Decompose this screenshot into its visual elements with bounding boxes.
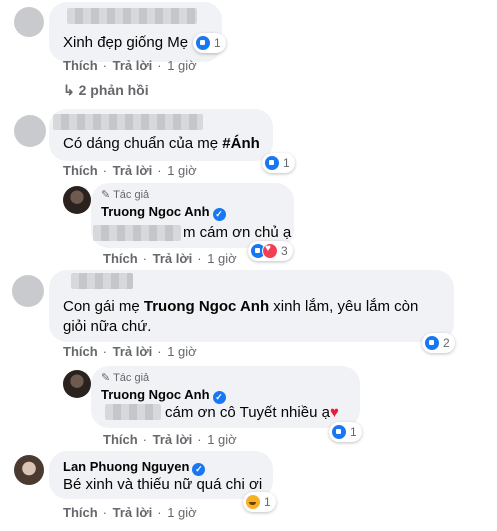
reply-button[interactable]: Trả lời bbox=[153, 432, 193, 447]
comment-actions: Thích · Trả lời · 1 giờ bbox=[63, 163, 197, 178]
avatar[interactable] bbox=[14, 455, 44, 485]
reaction-count[interactable]: 1 bbox=[243, 492, 276, 512]
like-button[interactable]: Thích bbox=[103, 251, 138, 266]
redacted-name bbox=[53, 114, 203, 130]
timestamp[interactable]: 1 giờ bbox=[167, 58, 197, 73]
author-name[interactable]: Truong Ngoc Anh ✓ bbox=[101, 387, 226, 404]
comment-actions: Thích · Trả lời · 1 giờ bbox=[63, 505, 197, 520]
heart-emoji-icon: ♥ bbox=[329, 404, 339, 421]
comment-text: Xinh đẹp giống Mẹ bbox=[63, 34, 189, 51]
reply-bubble: ✎ Tác giả Truong Ngoc Anh ✓ cám ơn cô Tuy… bbox=[91, 366, 360, 428]
like-button[interactable]: Thích bbox=[63, 163, 98, 178]
like-button[interactable]: Thích bbox=[63, 58, 98, 73]
reply-button[interactable]: Trả lời bbox=[153, 251, 193, 266]
reply-button[interactable]: Trả lời bbox=[113, 505, 153, 520]
reply-bubble: ✎ Tác giả Truong Ngoc Anh ✓ m cám ơn chủ … bbox=[91, 183, 294, 248]
avatar[interactable] bbox=[14, 7, 44, 37]
reply-text: cám ơn cô Tuyết nhiều ạ♥ bbox=[165, 404, 339, 421]
author-name[interactable]: Lan Phuong Nguyen ✓ bbox=[63, 459, 206, 476]
pen-icon: ✎ bbox=[101, 372, 111, 384]
pen-icon: ✎ bbox=[101, 189, 111, 201]
love-icon bbox=[262, 243, 278, 259]
like-icon bbox=[424, 335, 440, 351]
comment-text: Bé xinh và thiếu nữ quá chi ơi bbox=[63, 476, 263, 493]
comment-actions: Thích · Trả lời · 1 giờ bbox=[63, 58, 197, 73]
comment-text-line2: giỏi nữa chứ. bbox=[63, 318, 152, 335]
comment-text: Có dáng chuẩn của mẹ #Ánh bbox=[63, 135, 260, 152]
timestamp[interactable]: 1 giờ bbox=[167, 163, 197, 178]
comment-bubble: Có dáng chuẩn của mẹ #Ánh bbox=[49, 109, 273, 161]
reply-actions: Thích · Trả lời · 1 giờ bbox=[103, 432, 237, 447]
avatar[interactable] bbox=[12, 275, 44, 307]
like-icon bbox=[195, 35, 211, 51]
comment-bubble: Con gái mẹ Truong Ngoc Anh xinh lắm, yêu… bbox=[49, 270, 454, 342]
comment-text: Con gái mẹ Truong Ngoc Anh xinh lắm, yêu… bbox=[63, 298, 419, 315]
like-button[interactable]: Thích bbox=[103, 432, 138, 447]
like-icon bbox=[331, 424, 347, 440]
reaction-count[interactable]: 2 bbox=[422, 333, 455, 353]
author-name[interactable]: Truong Ngoc Anh ✓ bbox=[101, 204, 226, 221]
avatar[interactable] bbox=[63, 186, 91, 214]
reaction-count[interactable]: 3 bbox=[248, 241, 293, 261]
timestamp[interactable]: 1 giờ bbox=[167, 505, 197, 520]
redacted-text bbox=[93, 225, 181, 241]
timestamp[interactable]: 1 giờ bbox=[167, 344, 197, 359]
timestamp[interactable]: 1 giờ bbox=[207, 432, 237, 447]
reaction-count[interactable]: 1 bbox=[329, 422, 362, 442]
redacted-name bbox=[67, 8, 197, 24]
reply-button[interactable]: Trả lời bbox=[113, 163, 153, 178]
redacted-name bbox=[71, 273, 133, 289]
comment-bubble: Lan Phuong Nguyen ✓ Bé xinh và thiếu nữ q… bbox=[49, 451, 273, 499]
reaction-count[interactable]: 1 bbox=[193, 33, 226, 53]
redacted-text bbox=[105, 404, 161, 420]
mention-link[interactable]: Truong Ngoc Anh bbox=[144, 298, 269, 315]
hashtag-link[interactable]: #Ánh bbox=[222, 135, 260, 152]
reaction-count[interactable]: 1 bbox=[262, 153, 295, 173]
like-button[interactable]: Thích bbox=[63, 344, 98, 359]
timestamp[interactable]: 1 giờ bbox=[207, 251, 237, 266]
haha-icon bbox=[245, 494, 261, 510]
reply-text: m cám ơn chủ ạ bbox=[183, 224, 292, 241]
comment-actions: Thích · Trả lời · 1 giờ bbox=[63, 344, 197, 359]
reply-actions: Thích · Trả lời · 1 giờ bbox=[103, 251, 237, 266]
author-badge: ✎ Tác giả bbox=[101, 372, 150, 384]
comment-bubble: Xinh đẹp giống Mẹ bbox=[49, 2, 222, 62]
avatar[interactable] bbox=[14, 115, 46, 147]
reply-button[interactable]: Trả lời bbox=[113, 58, 153, 73]
verified-icon: ✓ bbox=[212, 208, 226, 221]
like-button[interactable]: Thích bbox=[63, 505, 98, 520]
reply-arrow-icon: ↳ bbox=[63, 82, 75, 98]
reply-button[interactable]: Trả lời bbox=[113, 344, 153, 359]
author-badge: ✎ Tác giả bbox=[101, 189, 150, 201]
like-icon bbox=[264, 155, 280, 171]
view-replies-button[interactable]: ↳ 2 phản hồi bbox=[63, 82, 149, 99]
avatar[interactable] bbox=[63, 370, 91, 398]
